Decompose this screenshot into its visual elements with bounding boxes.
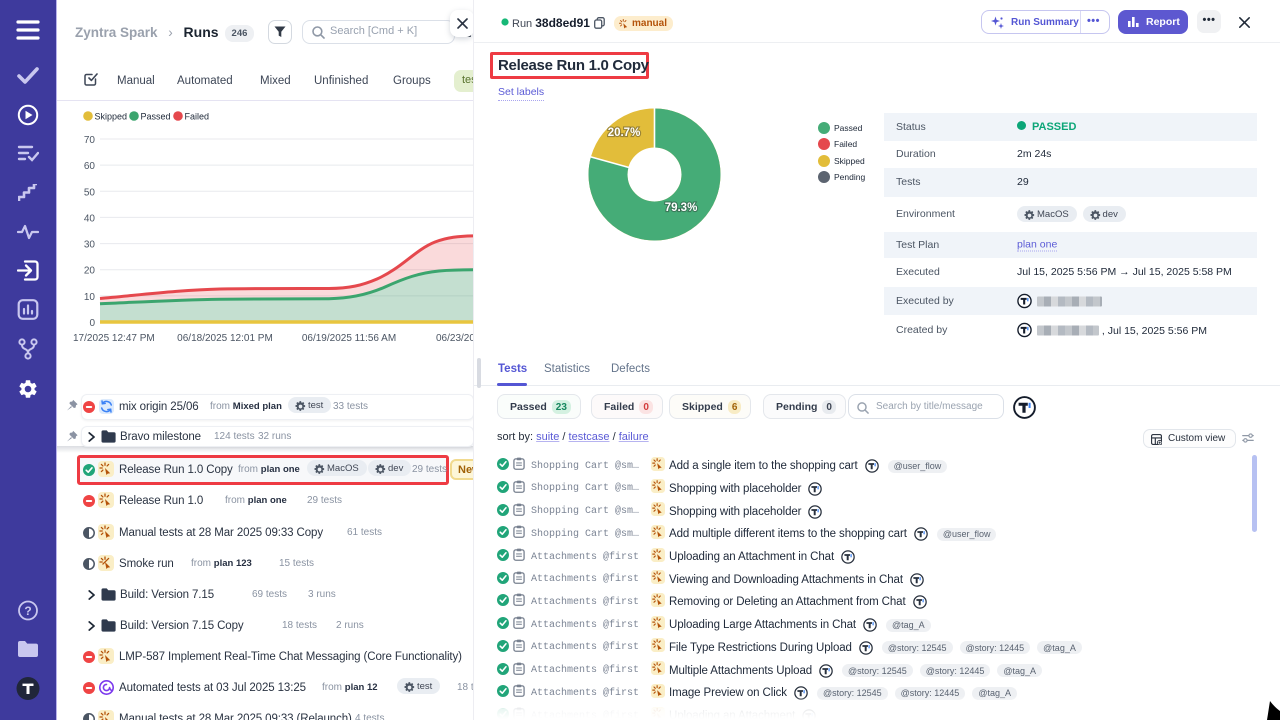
- svg-text:17/2025 12:47 PM: 17/2025 12:47 PM: [73, 333, 155, 344]
- svg-text:60: 60: [84, 161, 96, 172]
- svg-text:20: 20: [84, 266, 96, 277]
- svg-text:10: 10: [84, 292, 96, 303]
- svg-text:Skipped: Skipped: [95, 111, 128, 121]
- svg-text:?: ?: [24, 604, 31, 618]
- svg-text:Passed: Passed: [141, 111, 171, 121]
- svg-text:06/19/2025 11:56 AM: 06/19/2025 11:56 AM: [302, 333, 396, 344]
- svg-text:Failed: Failed: [185, 111, 210, 121]
- svg-text:40: 40: [84, 213, 96, 224]
- svg-text:50: 50: [84, 187, 96, 198]
- svg-text:06/23/2025 11:02 AM: 06/23/2025 11:02 AM: [436, 333, 473, 344]
- svg-text:70: 70: [84, 135, 96, 146]
- svg-text:30: 30: [84, 240, 96, 251]
- svg-text:0: 0: [89, 318, 95, 329]
- svg-text:06/18/2025 12:01 PM: 06/18/2025 12:01 PM: [177, 333, 273, 344]
